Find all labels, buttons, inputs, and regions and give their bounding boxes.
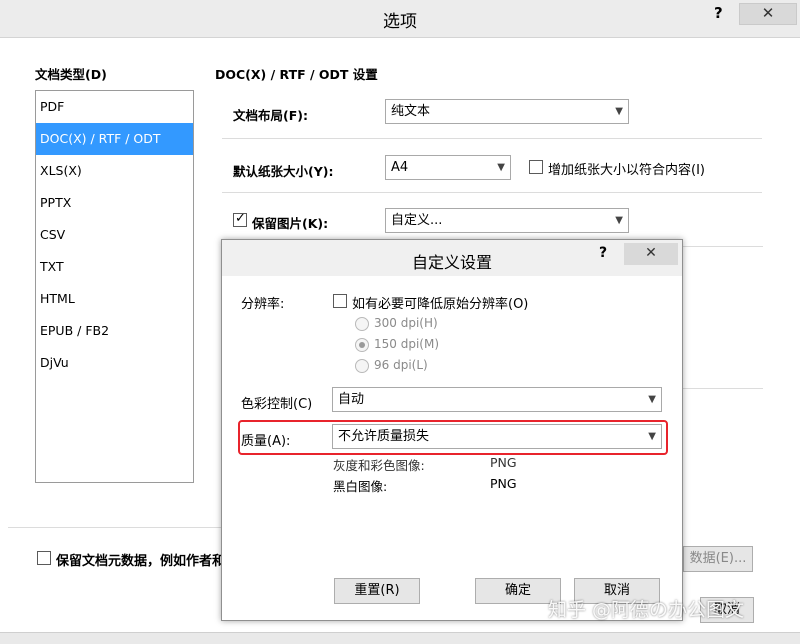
- layout-value: 纯文本: [391, 104, 431, 119]
- divider: [222, 192, 762, 193]
- color-control-label: 色彩控制(C): [241, 397, 313, 412]
- divider: [8, 527, 221, 528]
- reduce-resolution-label: 如有必要可降低原始分辨率(O): [352, 297, 529, 312]
- metadata-button[interactable]: 数据(E)...: [683, 546, 753, 572]
- doc-type-item-csv[interactable]: CSV: [36, 219, 193, 251]
- window-title: 选项: [383, 12, 417, 32]
- keep-images-value: 自定义...: [391, 213, 443, 228]
- enlarge-paper-label: 增加纸张大小以符合内容(I): [548, 163, 705, 178]
- keep-metadata-checkbox[interactable]: [37, 551, 51, 565]
- doc-type-item-txt[interactable]: TXT: [36, 251, 193, 283]
- close-icon[interactable]: ✕: [624, 243, 678, 265]
- dpi-300-radio[interactable]: [355, 317, 369, 331]
- divider: [683, 246, 763, 247]
- chevron-down-icon: ▼: [497, 162, 505, 173]
- chevron-down-icon: ▼: [615, 106, 623, 117]
- divider: [683, 388, 763, 389]
- paper-size-value: A4: [391, 160, 409, 175]
- chevron-down-icon: ▼: [648, 394, 656, 405]
- close-icon[interactable]: ✕: [739, 3, 797, 25]
- doc-type-list[interactable]: PDF DOC(X) / RTF / ODT XLS(X) PPTX CSV T…: [35, 90, 194, 483]
- help-icon[interactable]: ?: [714, 4, 723, 22]
- window-titlebar: 选项 ? ✕: [0, 0, 800, 38]
- dpi-150-radio[interactable]: [355, 338, 369, 352]
- quality-highlight-box: [238, 420, 668, 455]
- dialog-titlebar: 自定义设置 ? ✕: [222, 240, 682, 276]
- doc-type-item-djvu[interactable]: DjVu: [36, 347, 193, 379]
- color-control-select[interactable]: 自动 ▼: [332, 387, 662, 412]
- bw-images-label: 黑白图像:: [333, 479, 388, 494]
- help-icon[interactable]: ?: [599, 245, 607, 261]
- keep-metadata-label: 保留文档元数据，例如作者和: [56, 554, 221, 569]
- reset-button[interactable]: 重置(R): [334, 578, 420, 604]
- keep-images-checkbox[interactable]: [233, 211, 247, 227]
- doc-type-header: 文档类型(D): [35, 67, 107, 82]
- gray-images-label: 灰度和彩色图像:: [333, 458, 425, 473]
- paper-size-label: 默认纸张大小(Y):: [233, 164, 334, 179]
- bw-images-value: PNG: [490, 476, 517, 491]
- reduce-resolution-checkbox[interactable]: [333, 294, 347, 308]
- paper-size-select[interactable]: A4 ▼: [385, 155, 511, 180]
- keep-images-label: 保留图片(K):: [252, 216, 329, 231]
- watermark: 知乎 @阿德の办公图文: [548, 599, 745, 621]
- doc-type-item-html[interactable]: HTML: [36, 283, 193, 315]
- layout-select[interactable]: 纯文本 ▼: [385, 99, 629, 124]
- enlarge-paper-checkbox[interactable]: [529, 160, 543, 174]
- bottom-strip: [0, 632, 800, 644]
- keep-images-select[interactable]: 自定义... ▼: [385, 208, 629, 233]
- settings-header: DOC(X) / RTF / ODT 设置: [215, 67, 378, 82]
- dpi-300-label: 300 dpi(H): [374, 316, 438, 330]
- dpi-96-radio[interactable]: [355, 359, 369, 373]
- chevron-down-icon: ▼: [615, 215, 623, 226]
- resolution-label: 分辨率:: [241, 297, 285, 312]
- doc-type-item-pptx[interactable]: PPTX: [36, 187, 193, 219]
- doc-type-item-pdf[interactable]: PDF: [36, 91, 193, 123]
- color-control-value: 自动: [338, 392, 365, 407]
- dpi-150-label: 150 dpi(M): [374, 337, 440, 351]
- layout-label: 文档布局(F):: [233, 108, 308, 123]
- dpi-96-label: 96 dpi(L): [374, 358, 428, 372]
- doc-type-item-xlsx[interactable]: XLS(X): [36, 155, 193, 187]
- gray-images-value: PNG: [490, 455, 517, 470]
- dialog-title: 自定义设置: [411, 253, 492, 272]
- doc-type-item-docx[interactable]: DOC(X) / RTF / ODT: [36, 123, 193, 155]
- doc-type-item-epub[interactable]: EPUB / FB2: [36, 315, 193, 347]
- divider: [222, 138, 762, 139]
